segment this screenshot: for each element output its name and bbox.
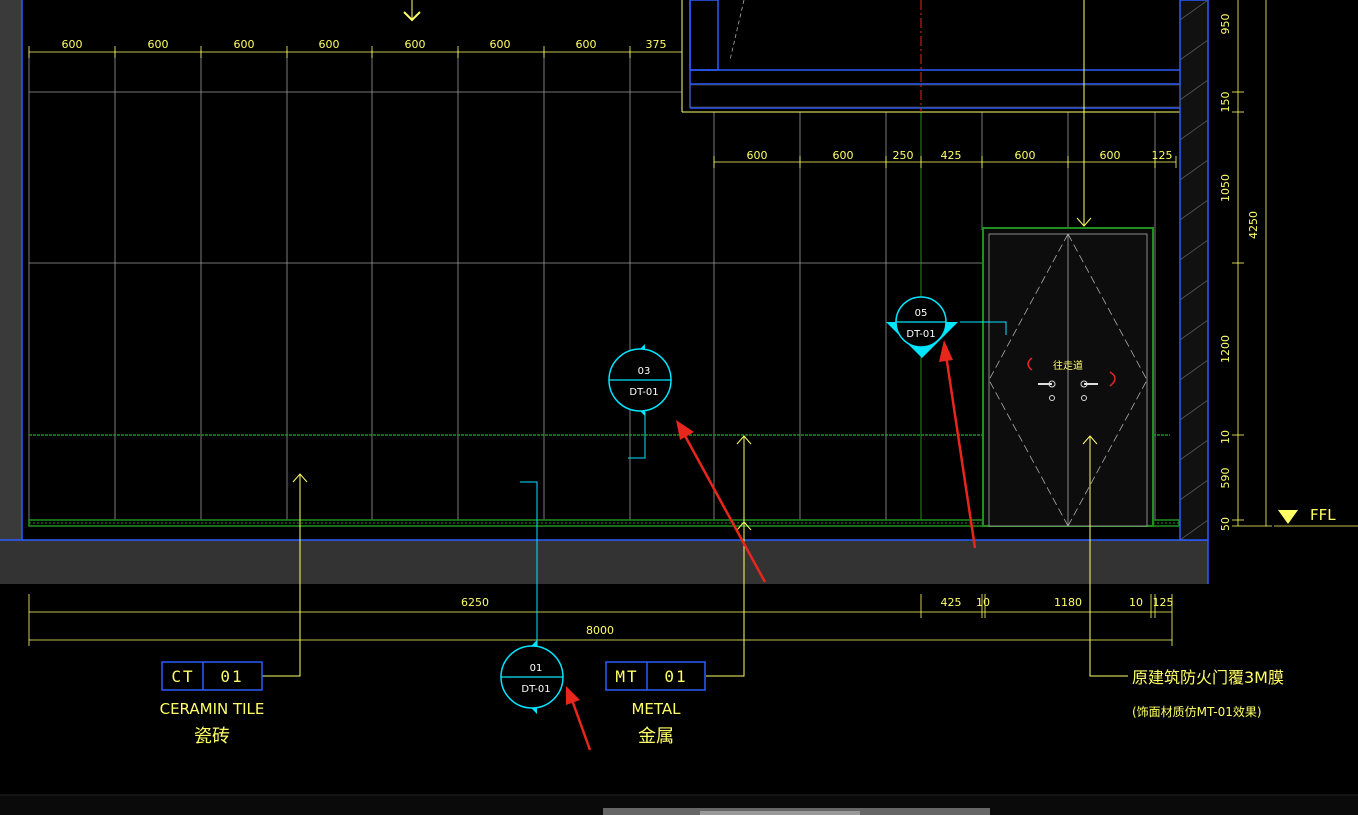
bottom-dim-1180: 1180 — [1054, 596, 1082, 609]
tag-ct-zh: 瓷砖 — [194, 726, 230, 747]
bottom-dim-10a: 10 — [976, 596, 990, 609]
detail-symbol-01[interactable]: 01 DT-01 — [500, 640, 564, 714]
right-dim-4: 1200 — [1219, 335, 1232, 363]
detail-03-ref: DT-01 — [629, 387, 658, 398]
mid-dim-5: 600 — [1015, 149, 1036, 162]
door-note-line2: (饰面材质仿MT-01效果) — [1132, 704, 1262, 719]
mid-dimension-row: 600 600 250 425 600 600 125 — [713, 149, 1177, 168]
tag-ceramic-tile: CT 01 CERAMIN TILE 瓷砖 — [160, 661, 265, 747]
top-dim-2: 600 — [148, 38, 169, 51]
tag-mt-num: 01 — [664, 667, 687, 686]
top-dim-1: 600 — [62, 38, 83, 51]
right-dim-total: 4250 — [1247, 211, 1260, 239]
fire-door: 往走道 — [982, 227, 1154, 527]
tag-mt-zh: 金属 — [638, 726, 674, 747]
right-dim-2: 150 — [1219, 92, 1232, 113]
red-arrow-icon — [939, 340, 953, 362]
mid-dim-3: 250 — [893, 149, 914, 162]
red-arrow-icon — [676, 420, 694, 440]
top-dim-5: 600 — [405, 38, 426, 51]
right-dim-1: 950 — [1219, 14, 1232, 35]
cad-viewport[interactable]: 往走道 600 600 600 600 600 600 600 375 600 — [0, 0, 1358, 815]
cad-drawing[interactable]: 往走道 600 600 600 600 600 600 600 375 600 — [0, 0, 1358, 815]
ffl-label: FFL — [1310, 506, 1336, 524]
tag-ct-en: CERAMIN TILE — [160, 700, 265, 718]
top-dim-4: 600 — [319, 38, 340, 51]
left-wall-section — [0, 0, 22, 540]
top-dim-6: 600 — [490, 38, 511, 51]
detail-symbol-03[interactable]: 03 DT-01 — [608, 344, 672, 416]
tag-ct-code: CT — [171, 667, 194, 686]
bottom-dimension-rows: 6250 425 10 1180 10 125 8000 — [28, 594, 1174, 646]
right-dim-6: 590 — [1219, 468, 1232, 489]
bottom-dim-10b: 10 — [1129, 596, 1143, 609]
section-cut-lines — [520, 321, 1007, 650]
tag-ct-num: 01 — [220, 667, 243, 686]
detail-03-num: 03 — [638, 366, 651, 377]
tag-mt-code: MT — [615, 667, 638, 686]
mid-dim-6: 600 — [1100, 149, 1121, 162]
right-dim-7: 50 — [1219, 517, 1232, 531]
top-dimension-row: 600 600 600 600 600 600 600 375 — [28, 0, 683, 58]
bottom-dim-125: 125 — [1153, 596, 1174, 609]
top-dim-8: 375 — [646, 38, 667, 51]
level-triangle-icon — [1278, 510, 1298, 524]
bottom-dim-425: 425 — [941, 596, 962, 609]
detail-05-ref: DT-01 — [906, 329, 935, 340]
tag-metal: MT 01 METAL 金属 — [605, 661, 706, 747]
floor-slab-section — [0, 540, 1208, 584]
top-dim-3: 600 — [234, 38, 255, 51]
right-dimension-column: 950 150 1050 1200 10 590 50 4250 — [1219, 0, 1272, 531]
mid-dim-4: 425 — [941, 149, 962, 162]
right-dim-5: 10 — [1219, 430, 1232, 444]
detail-01-ref: DT-01 — [521, 684, 550, 695]
door-sign-text: 往走道 — [1053, 359, 1083, 372]
bottom-dim-total: 8000 — [586, 624, 614, 637]
mid-dim-7: 125 — [1152, 149, 1173, 162]
right-dim-3: 1050 — [1219, 174, 1232, 202]
red-arrow-icon — [566, 686, 580, 705]
top-dim-7: 600 — [576, 38, 597, 51]
scrollbar-thumb[interactable] — [700, 811, 860, 815]
mid-dim-2: 600 — [833, 149, 854, 162]
mid-dim-1: 600 — [747, 149, 768, 162]
bottom-dim-6250: 6250 — [461, 596, 489, 609]
tag-mt-en: METAL — [631, 700, 681, 718]
upper-bulkhead — [681, 0, 1180, 113]
detail-05-num: 05 — [915, 308, 928, 319]
detail-01-num: 01 — [530, 663, 543, 674]
door-note-line1: 原建筑防火门覆3M膜 — [1132, 668, 1284, 687]
ffl-marker: FFL — [1274, 506, 1358, 527]
